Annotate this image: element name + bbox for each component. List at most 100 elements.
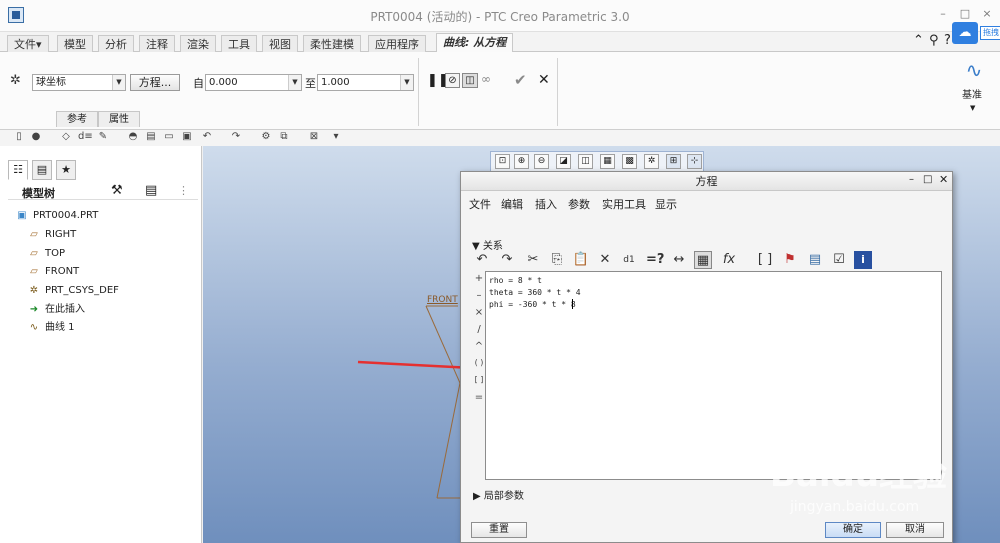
dialog-maximize-button[interactable]: □ [923,174,932,185]
sort-icon[interactable]: ⚑ [781,251,799,269]
pencil-icon[interactable]: ✎ [97,131,109,143]
tree-icon: ☷ [13,163,23,176]
menu-insert[interactable]: 插入 [535,196,557,212]
coord-system-select[interactable]: 球坐标 ▼ [32,74,126,91]
confirm-icon[interactable]: ✔ [514,71,527,89]
verify-icon[interactable]: ▦ [694,251,712,269]
dialog-minimize-button[interactable]: – [909,174,914,185]
tree-item[interactable]: ∿ 曲线 1 [27,320,75,336]
tree-item[interactable]: ▣ PRT0004.PRT [15,208,98,224]
info-icon[interactable]: i [854,251,872,269]
windows-icon[interactable]: ⧉ [278,131,290,143]
tree-item[interactable]: ▱ TOP [27,246,65,262]
tab-applications[interactable]: 应用程序 [368,35,426,52]
redo-icon[interactable]: ↷ [498,251,516,269]
appearance-icon[interactable]: ● [30,131,42,143]
tab-model-tree[interactable]: ☷ [8,160,28,180]
measure-icon[interactable]: ↔ [670,251,688,269]
search-icon[interactable]: ⚲ [929,33,939,51]
customize-icon[interactable]: ▾ [330,131,342,143]
op-equals[interactable]: = [474,392,484,403]
chevron-down-icon[interactable]: ▼ [970,104,975,112]
help-icon[interactable]: ? [944,33,951,51]
function-icon[interactable]: fx [720,251,738,269]
subtab-references[interactable]: 参考 [56,111,98,127]
subtab-properties[interactable]: 属性 [98,111,140,127]
tab-file[interactable]: 文件▾ [7,35,49,52]
tab-favorites[interactable]: ★ [56,160,76,180]
print-icon[interactable]: ▤ [145,131,157,143]
tab-curve-from-equation[interactable]: 曲线: 从方程 [436,33,514,53]
ribbon-divider [557,58,558,126]
tree-item[interactable]: ▱ RIGHT [27,227,76,243]
no-preview-icon[interactable]: ⊘ [445,73,460,88]
units-icon[interactable]: ▤ [806,251,824,269]
delete-icon[interactable]: ✕ [596,251,614,269]
op-multiply[interactable]: × [474,307,484,318]
dialog-close-button[interactable]: ✕ [939,173,948,186]
maximize-button[interactable]: □ [957,8,973,20]
settings-icon[interactable]: ▤ [145,183,157,198]
op-power[interactable]: ^ [474,341,484,352]
to-value-input[interactable]: 1.000 ▼ [317,74,414,91]
tab-model[interactable]: 模型 [57,35,93,52]
checklist-icon[interactable]: ☑ [830,251,848,269]
dimension-icon[interactable]: d≡ [78,131,93,143]
paste-icon[interactable]: 📋 [572,251,590,269]
new-icon[interactable]: ▯ [13,131,25,143]
local-params-toggle[interactable]: ▶ 局部参数 [473,487,524,502]
tree-item-label: TOP [45,248,66,259]
render-icon[interactable]: ◓ [127,131,139,143]
tab-analysis[interactable]: 分析 [98,35,134,52]
menu-file[interactable]: 文件 [469,196,491,212]
menu-display[interactable]: 显示 [655,196,677,212]
tab-render[interactable]: 渲染 [180,35,216,52]
op-brackets[interactable]: [ ] [474,375,484,384]
app-icon[interactable] [8,7,24,23]
save-icon[interactable]: ▣ [181,131,193,143]
brackets-icon[interactable]: [ ] [756,251,774,269]
op-minus[interactable]: – [474,290,484,301]
undo-icon[interactable]: ↶ [201,131,213,143]
tree-item[interactable]: ➜ 在此插入 [27,302,85,318]
copy-icon[interactable]: ⎘ [548,251,566,269]
cloud-app-icon[interactable]: ☁ [952,22,978,44]
tab-view[interactable]: 视图 [262,35,298,52]
menu-parameters[interactable]: 参数 [568,196,590,212]
undo-icon[interactable]: ↶ [473,251,491,269]
op-parentheses[interactable]: ( ) [474,358,484,367]
csys-icon: ✲ [29,285,39,296]
reset-button[interactable]: 重置 [471,522,527,538]
switch-dims-icon[interactable]: d1 [620,251,638,269]
tab-tools[interactable]: 工具 [221,35,257,52]
menu-utilities[interactable]: 实用工具 [602,196,646,212]
glasses-icon[interactable]: ∞ [481,72,491,86]
preview-icon[interactable]: ◫ [462,73,478,88]
filter-icon[interactable]: ⋮ [178,184,189,197]
tab-flexible-modeling[interactable]: 柔性建模 [303,35,361,52]
cube-icon[interactable]: ◇ [60,131,72,143]
tools-icon[interactable]: ⚒ [111,183,123,198]
open-icon[interactable]: ▭ [163,131,175,143]
datum-icon[interactable]: ∿ [960,58,988,82]
relations-section-toggle[interactable]: ▼ 关系 [472,237,503,252]
tab-annotate[interactable]: 注释 [139,35,175,52]
cut-icon[interactable]: ✂ [524,251,542,269]
collapse-ribbon-icon[interactable]: ⌃ [913,33,924,51]
op-plus[interactable]: + [474,273,484,284]
equation-button[interactable]: 方程... [130,74,180,91]
tab-folder-browser[interactable]: ▤ [32,160,52,180]
drag-label: 拖拽 [980,26,1000,40]
from-value-input[interactable]: 0.000 ▼ [205,74,302,91]
cancel-icon[interactable]: ✕ [538,72,550,88]
redo-icon[interactable]: ↷ [230,131,242,143]
minimize-button[interactable]: – [935,8,951,20]
close-window-icon[interactable]: ⊠ [308,131,320,143]
op-divide[interactable]: / [474,324,484,335]
regenerate-icon[interactable]: ⚙ [260,131,272,143]
close-button[interactable]: × [979,8,995,20]
tree-item[interactable]: ▱ FRONT [27,264,79,280]
evaluate-icon[interactable]: =? [646,251,664,269]
tree-item[interactable]: ✲ PRT_CSYS_DEF [27,283,119,299]
menu-edit[interactable]: 编辑 [501,196,523,212]
